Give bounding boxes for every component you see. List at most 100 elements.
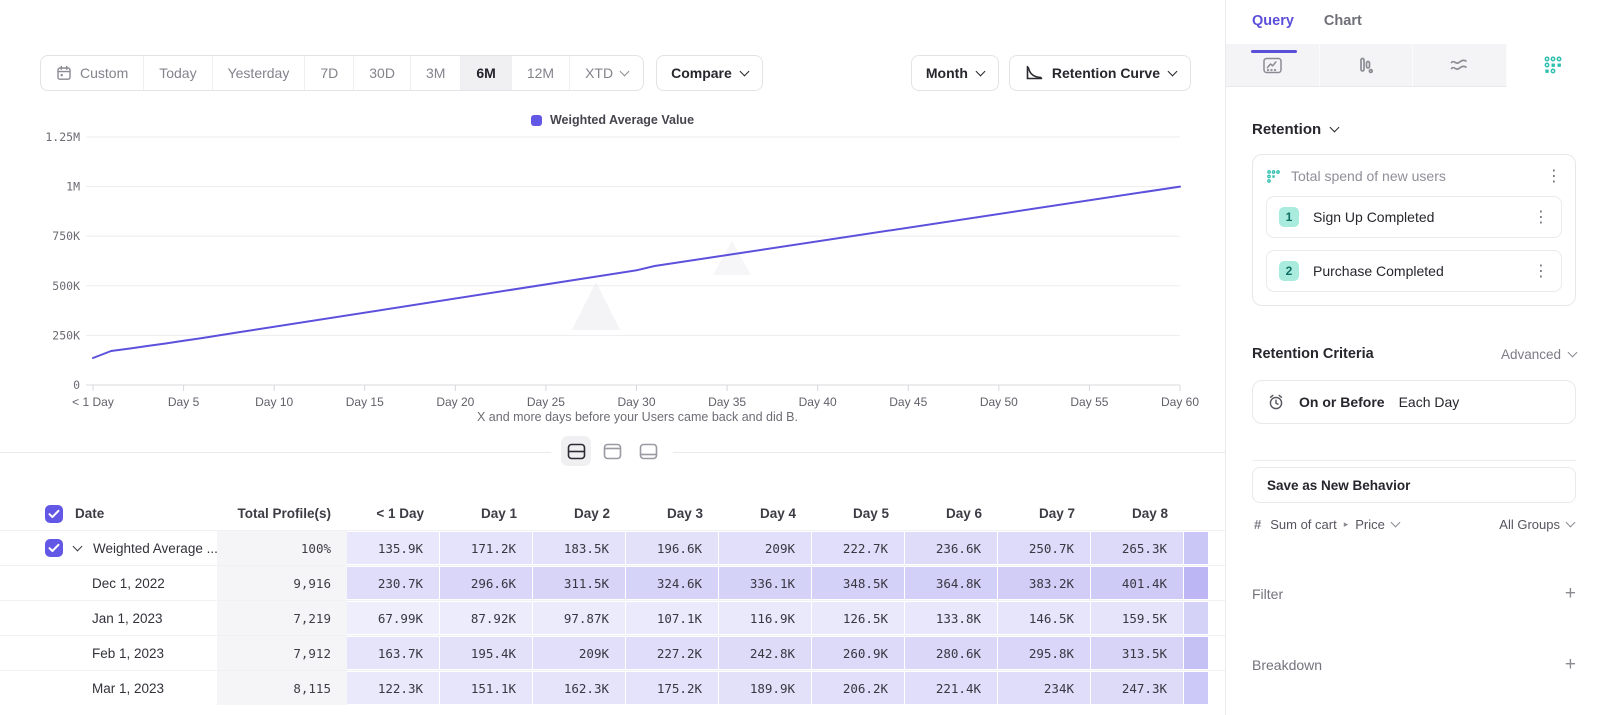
column-header-date: Date: [70, 497, 217, 530]
retention-value-cell: 209K: [533, 636, 626, 670]
retention-value-cell: 348.5K: [812, 566, 905, 600]
y-axis-tick-label: 250K: [52, 328, 80, 342]
layout-table-view-button[interactable]: [597, 436, 627, 466]
step-number-badge: 2: [1279, 261, 1299, 281]
advanced-mode-dropdown[interactable]: Advanced: [1501, 347, 1576, 362]
caret-right-icon: ▸: [1344, 520, 1349, 530]
retention-value-cell: 311.5K: [533, 566, 626, 600]
step-menu-button[interactable]: ⋮: [1533, 209, 1549, 225]
retention-value-cell: 116.9K: [719, 601, 812, 635]
expand-row-caret-icon[interactable]: [73, 541, 83, 551]
column-header-overflow: [1184, 497, 1208, 530]
row-date-cell: Feb 1, 2023: [70, 636, 217, 670]
breakdown-label: Breakdown: [1252, 657, 1322, 673]
range-option-30d[interactable]: 30D: [353, 56, 410, 90]
column-header-day: Day 7: [998, 497, 1091, 530]
chevron-down-icon: [1168, 66, 1178, 76]
overflow-value-cell: [1184, 636, 1208, 670]
overflow-value-cell: [1184, 531, 1208, 565]
retention-value-cell: 242.8K: [719, 636, 812, 670]
retention-value-cell: 206.2K: [812, 671, 905, 705]
retention-value-cell: 189.9K: [719, 671, 812, 705]
behavior-step-2[interactable]: 2 Purchase Completed ⋮: [1266, 250, 1562, 292]
behavior-step-1[interactable]: 1 Sign Up Completed ⋮: [1266, 196, 1562, 238]
retention-value-cell: 221.4K: [905, 671, 998, 705]
retention-value-cell: 133.8K: [905, 601, 998, 635]
funnels-icon[interactable]: [1320, 44, 1414, 87]
table-header-row: DateTotal Profile(s)< 1 DayDay 1Day 2Day…: [0, 497, 1225, 530]
retention-value-cell: 260.9K: [812, 636, 905, 670]
layout-chart-view-button[interactable]: [633, 436, 663, 466]
total-profiles-cell: 7,912: [217, 636, 347, 670]
layout-split-view-button[interactable]: [561, 436, 591, 466]
row-checkbox[interactable]: [45, 539, 63, 557]
chart-type-label: Retention Curve: [1052, 65, 1160, 81]
compare-button[interactable]: Compare: [656, 55, 763, 91]
range-option-yesterday[interactable]: Yesterday: [212, 56, 305, 90]
retention-value-cell: 126.5K: [812, 601, 905, 635]
row-checkbox-cell: [0, 671, 70, 705]
behavior-card-header: Total spend of new users ⋮: [1266, 168, 1562, 184]
x-axis-tick-label: Day 35: [708, 395, 746, 409]
retention-criteria-header: Retention Criteria Advanced: [1252, 346, 1576, 362]
add-filter-button[interactable]: +: [1565, 584, 1576, 603]
range-option-6m[interactable]: 6M: [460, 56, 510, 90]
range-option-3m[interactable]: 3M: [410, 56, 460, 90]
column-header-day: Day 2: [533, 497, 626, 530]
y-axis-tick-label: 500K: [52, 279, 80, 293]
retention-value-cell: 324.6K: [626, 566, 719, 600]
tab-query-label: Query: [1252, 13, 1294, 29]
range-option-12m[interactable]: 12M: [511, 56, 569, 90]
report-toolbar: CustomToday Yesterday 7D30D3M6M12M XTD Comp…: [40, 55, 1191, 91]
table-row: Dec 1, 20229,916230.7K296.6K311.5K324.6K…: [0, 565, 1225, 600]
retention-value-cell: 265.3K: [1091, 531, 1184, 565]
total-profiles-cell: 8,115: [217, 671, 347, 705]
range-option-label: XTD: [585, 65, 613, 81]
chart-type-button[interactable]: Retention Curve: [1009, 55, 1191, 91]
save-as-new-behavior-button[interactable]: Save as New Behavior: [1252, 467, 1576, 503]
metric-property-dropdown[interactable]: Sum of cart ▸ Price: [1270, 517, 1399, 532]
step-menu-button[interactable]: ⋮: [1533, 263, 1549, 279]
query-sidebar: Query Chart: [1225, 0, 1600, 715]
retention-value-cell: 122.3K: [347, 671, 440, 705]
granularity-button[interactable]: Month: [911, 55, 999, 91]
clock-icon: [1267, 393, 1285, 411]
column-header-day: Day 1: [440, 497, 533, 530]
select-all-checkbox[interactable]: [45, 505, 63, 523]
retention-value-cell: 196.6K: [626, 531, 719, 565]
behavior-card: Total spend of new users ⋮ 1 Sign Up Com…: [1252, 154, 1576, 306]
table-row: Feb 1, 20237,912163.7K195.4K209K227.2K24…: [0, 635, 1225, 670]
advanced-mode-label: Advanced: [1501, 347, 1561, 362]
retention-value-cell: 250.7K: [998, 531, 1091, 565]
layout-toggle-group: [551, 436, 673, 466]
tab-query[interactable]: Query: [1252, 13, 1294, 44]
range-option-label: Yesterday: [228, 65, 290, 81]
retention-criteria-card[interactable]: On or Before Each Day: [1252, 380, 1576, 424]
total-profiles-cell: 100%: [217, 531, 347, 565]
add-breakdown-button[interactable]: +: [1565, 655, 1576, 674]
row-label: Weighted Average ...: [93, 541, 217, 556]
chevron-down-icon: [975, 66, 985, 76]
total-profiles-cell: 9,916: [217, 566, 347, 600]
all-groups-dropdown[interactable]: All Groups: [1499, 517, 1574, 532]
tab-chart[interactable]: Chart: [1324, 13, 1362, 44]
range-option-custom[interactable]: Custom: [41, 56, 143, 90]
chevron-down-icon: [1330, 123, 1340, 133]
retention-value-cell: 401.4K: [1091, 566, 1184, 600]
y-axis-tick-label: 1.25M: [45, 130, 80, 144]
chevron-down-icon: [739, 66, 749, 76]
behavior-menu-button[interactable]: ⋮: [1546, 168, 1562, 184]
column-header-day: Day 5: [812, 497, 905, 530]
range-option-xtd[interactable]: XTD: [569, 56, 643, 90]
y-axis-tick-label: 750K: [52, 229, 80, 243]
chevron-down-icon: [620, 66, 630, 76]
table-summary-row: Weighted Average ...100%135.9K171.2K183.…: [0, 530, 1225, 565]
column-header-label: Date: [75, 506, 104, 521]
range-option-7d[interactable]: 7D: [304, 56, 353, 90]
range-option-today[interactable]: Today: [143, 56, 211, 90]
flows-icon[interactable]: [1413, 44, 1507, 87]
x-axis-tick-label: Day 40: [799, 395, 837, 409]
retention-icon[interactable]: [1507, 44, 1600, 87]
report-section-selector[interactable]: Retention: [1252, 121, 1576, 138]
x-axis-tick-label: Day 5: [168, 395, 200, 409]
